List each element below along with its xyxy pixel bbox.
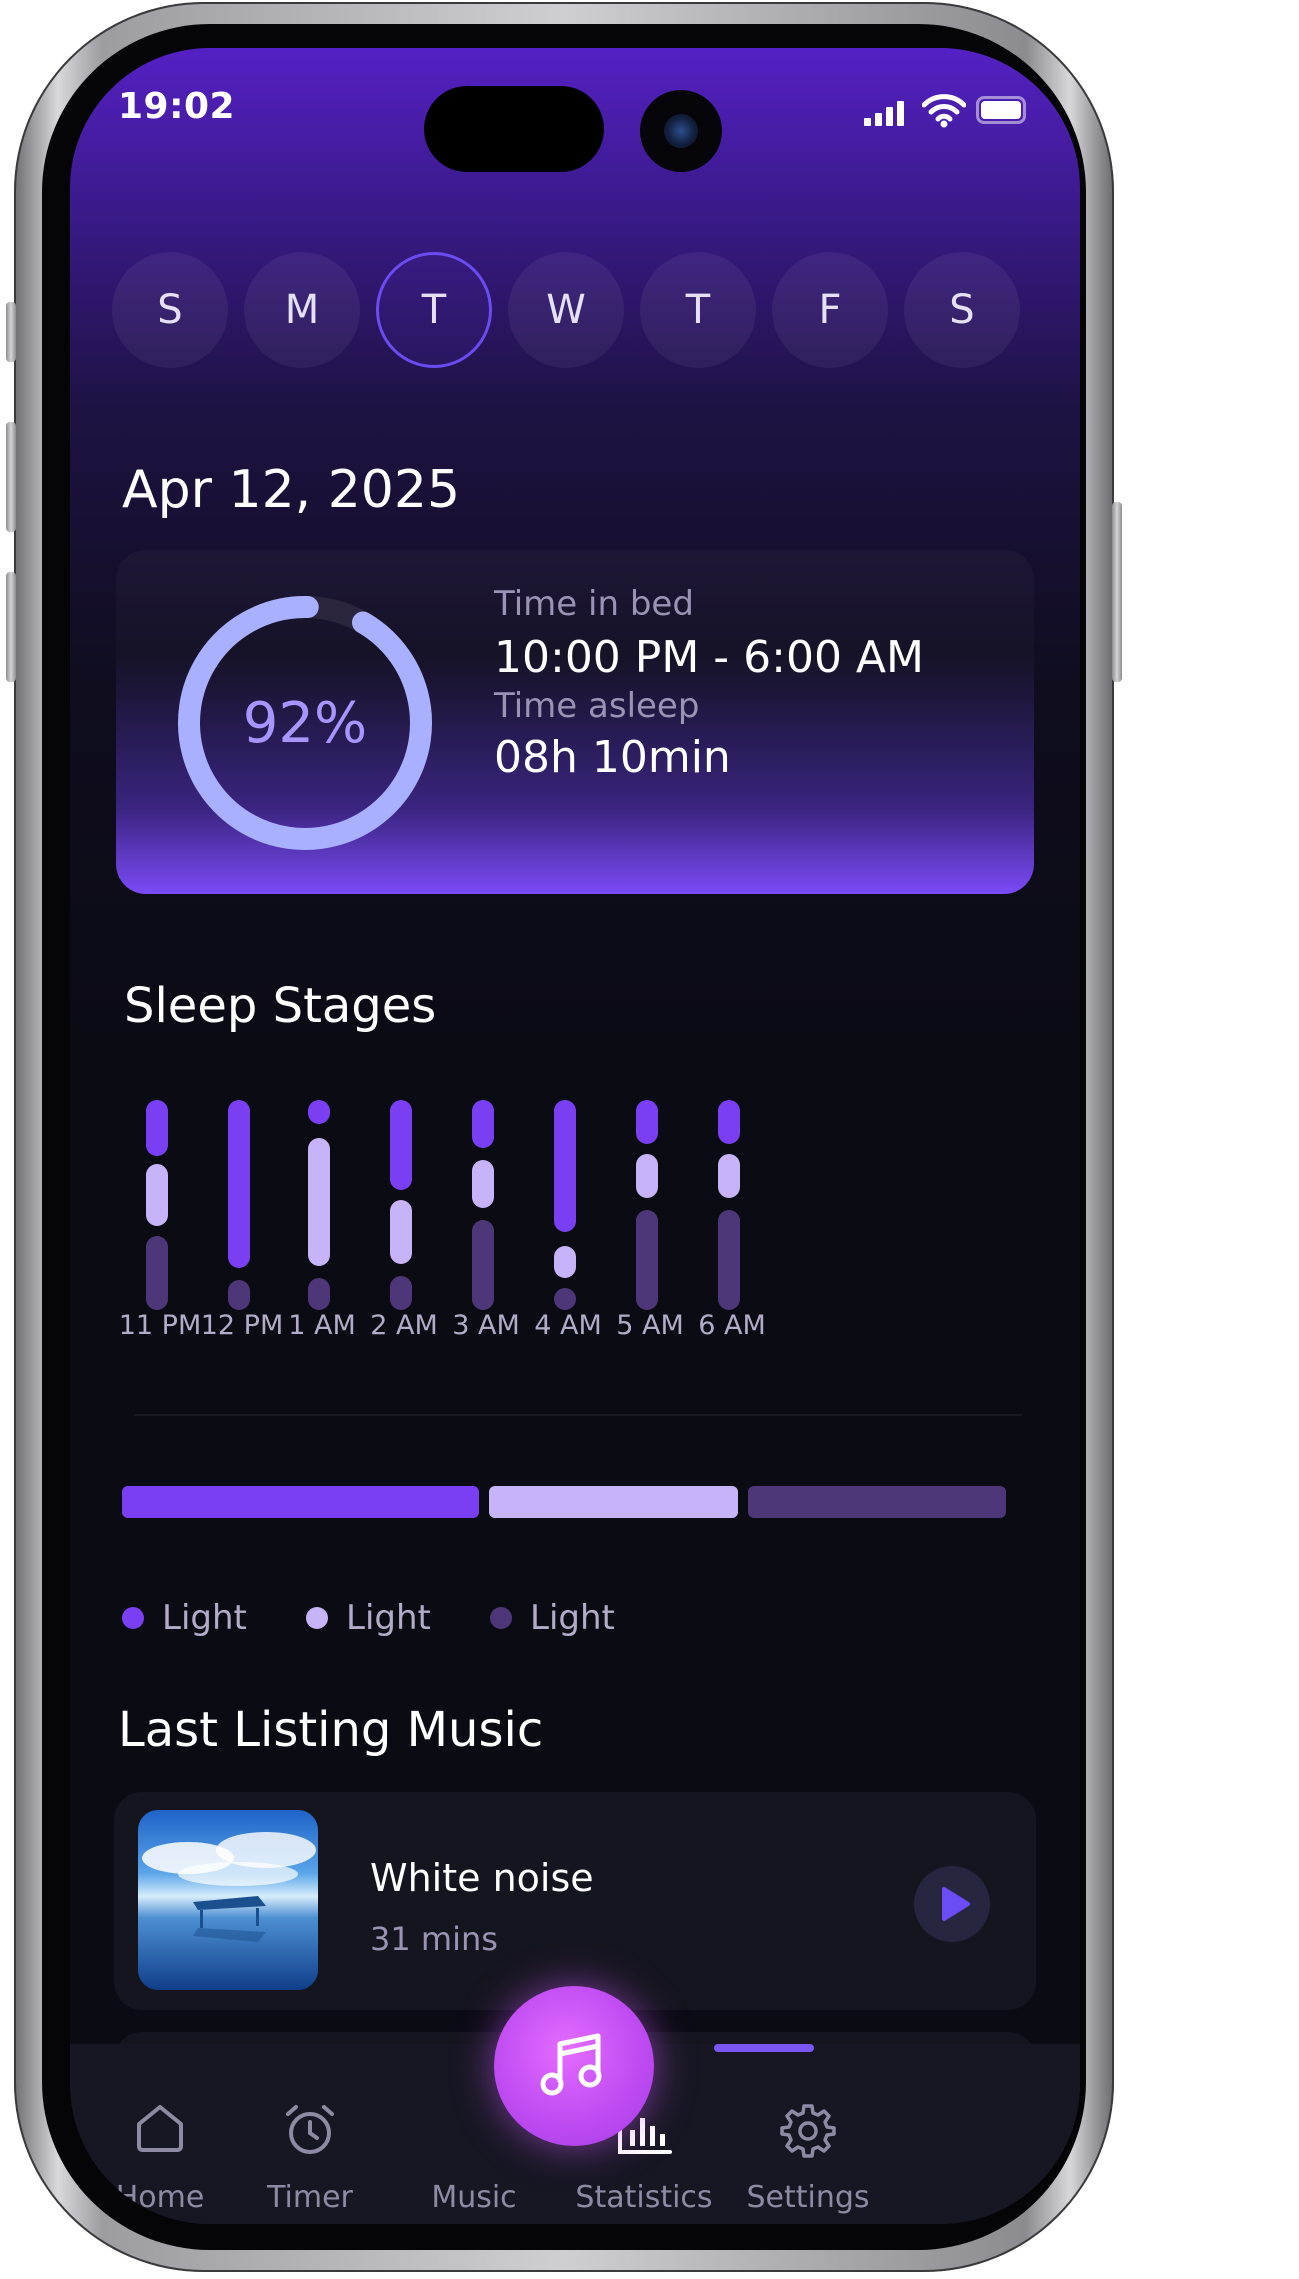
music-fab-button[interactable]: [494, 1986, 654, 2146]
legend-item: Light: [122, 1598, 247, 1638]
stage-segment: [554, 1100, 576, 1232]
legend-label: Light: [346, 1598, 431, 1638]
album-artwork: [138, 1810, 318, 1990]
stage-segment: [308, 1100, 330, 1124]
stage-segment: [718, 1210, 740, 1310]
tab-settings[interactable]: Settings: [718, 2044, 898, 2224]
weekday-selector: SMTWTFS: [112, 252, 1020, 368]
selected-date: Apr 12, 2025: [122, 460, 461, 520]
status-time: 19:02: [118, 86, 236, 127]
stage-segment: [554, 1246, 576, 1278]
home-icon: [137, 2105, 183, 2152]
day-1[interactable]: M: [244, 252, 360, 368]
power-button: [1112, 502, 1122, 682]
stage-segment: [146, 1236, 168, 1310]
volume-down-button: [6, 572, 16, 682]
stage-segment: [636, 1100, 658, 1144]
legend-label: Light: [162, 1598, 247, 1638]
legend-dot: [122, 1607, 144, 1629]
music-note-icon: [540, 2033, 602, 2096]
day-6[interactable]: S: [904, 252, 1020, 368]
stage-segment: [146, 1164, 168, 1226]
play-button[interactable]: [914, 1866, 990, 1942]
stage-segment: [718, 1154, 740, 1198]
tab-settings-label: Settings: [746, 2180, 870, 2215]
stage-segment: [390, 1200, 412, 1264]
silent-switch: [6, 302, 16, 362]
alarm-clock-icon: [286, 2105, 334, 2154]
status-bar: 19:02: [70, 48, 1080, 172]
sleep-score-value: 92%: [242, 690, 368, 756]
day-2[interactable]: T: [376, 252, 492, 368]
stage-segment: [636, 1210, 658, 1310]
sleep-summary-card: 92% Time in bed 10:00 PM - 6:00 AM Time …: [116, 550, 1034, 894]
music-card[interactable]: White noise 31 mins: [114, 1792, 1036, 2010]
day-0[interactable]: S: [112, 252, 228, 368]
phone-frame: 19:02 SMTWTFS Apr 12, 2025 92% Time in b…: [6, 2, 1122, 2272]
day-3[interactable]: W: [508, 252, 624, 368]
track-duration: 31 mins: [370, 1920, 498, 1958]
time-in-bed-value: 10:00 PM - 6:00 AM: [494, 632, 924, 683]
day-5[interactable]: F: [772, 252, 888, 368]
stage-segment: [472, 1160, 494, 1208]
stage-segment: [308, 1278, 330, 1310]
legend-label: Light: [530, 1598, 615, 1638]
gear-icon: [780, 2104, 836, 2158]
stage-segment: [228, 1280, 250, 1310]
stage-segment: [308, 1138, 330, 1266]
tab-statistics-label: Statistics: [575, 2180, 713, 2215]
stage-segment: [146, 1100, 168, 1156]
stage-segment: [228, 1100, 250, 1268]
sleep-stages-title: Sleep Stages: [124, 978, 437, 1034]
time-asleep-value: 08h 10min: [494, 732, 731, 783]
legend-item: Light: [306, 1598, 431, 1638]
legend-dot: [490, 1607, 512, 1629]
stage-segment: [636, 1154, 658, 1198]
stage-share-bar: [122, 1486, 479, 1518]
stage-share-bar: [489, 1486, 738, 1518]
track-title: White noise: [370, 1856, 594, 1900]
divider: [134, 1414, 1022, 1416]
legend-item: Light: [490, 1598, 615, 1638]
tab-music-label: Music: [431, 2180, 517, 2215]
legend-dot: [306, 1607, 328, 1629]
stage-segment: [472, 1220, 494, 1310]
tab-timer[interactable]: Timer: [220, 2044, 400, 2224]
time-asleep-label: Time asleep: [494, 686, 700, 726]
day-4[interactable]: T: [640, 252, 756, 368]
camera-icon: [640, 90, 722, 172]
hour-label: 6 AM: [698, 1310, 766, 1341]
stage-share-bar: [748, 1486, 1006, 1518]
stage-segment: [554, 1288, 576, 1310]
stage-segment: [390, 1276, 412, 1310]
battery-icon: [976, 96, 1026, 124]
sleep-stages-chart: [146, 1100, 740, 1310]
play-icon: [942, 1887, 970, 1921]
stage-segment: [718, 1100, 740, 1144]
wifi-icon: [922, 94, 966, 128]
signal-icon: [864, 100, 904, 126]
tab-timer-label: Timer: [267, 2180, 353, 2215]
time-in-bed-label: Time in bed: [494, 584, 694, 624]
app-screen: 19:02 SMTWTFS Apr 12, 2025 92% Time in b…: [70, 48, 1080, 2224]
volume-up-button: [6, 422, 16, 532]
last-music-title: Last Listing Music: [118, 1702, 544, 1758]
dynamic-island: [424, 86, 604, 172]
stage-segment: [472, 1100, 494, 1148]
stage-segment: [390, 1100, 412, 1190]
